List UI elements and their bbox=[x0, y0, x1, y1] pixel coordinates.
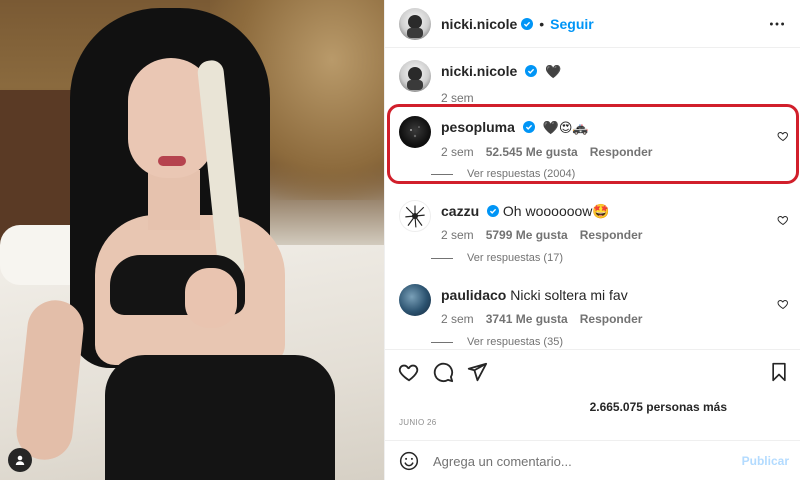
reply-button[interactable]: Responder bbox=[590, 145, 653, 159]
comment-username[interactable]: cazzu bbox=[441, 203, 479, 219]
post-panel: nicki.nicole • Seguir nicki.nicole 🖤 2 s… bbox=[384, 0, 800, 480]
share-icon[interactable] bbox=[465, 360, 489, 384]
post-actions: 2.665.075 personas más JUNIO 26 Publicar bbox=[385, 349, 800, 480]
comment-likes[interactable]: 5799 Me gusta bbox=[486, 228, 568, 242]
verified-icon bbox=[525, 65, 538, 77]
view-replies[interactable]: Ver respuestas (17) bbox=[431, 252, 563, 264]
likes-count[interactable]: 2.665.075 personas más bbox=[590, 400, 727, 414]
reply-button[interactable]: Responder bbox=[580, 228, 643, 242]
verified-icon bbox=[522, 121, 535, 133]
post-header: nicki.nicole • Seguir bbox=[385, 0, 800, 48]
action-icons bbox=[397, 360, 489, 384]
reply-button[interactable]: Responder bbox=[580, 312, 643, 326]
comment-item: paulidaco Nicki soltera mi fav 2 sem 374… bbox=[399, 284, 789, 326]
replies-label[interactable]: Ver respuestas (17) bbox=[467, 252, 563, 264]
caption-text: 🖤 bbox=[545, 64, 562, 79]
heart-icon[interactable] bbox=[777, 130, 789, 142]
post-date: JUNIO 26 bbox=[399, 418, 437, 427]
comment-time: 2 sem bbox=[441, 312, 474, 326]
comment-input[interactable] bbox=[433, 453, 723, 469]
bookmark-icon[interactable] bbox=[767, 360, 791, 384]
comment-icon[interactable] bbox=[431, 360, 455, 384]
replies-divider bbox=[431, 173, 453, 175]
follow-button[interactable]: Seguir bbox=[550, 16, 594, 32]
photo-pants bbox=[105, 355, 335, 480]
avatar[interactable] bbox=[399, 7, 431, 40]
verified-icon bbox=[521, 17, 534, 30]
replies-divider bbox=[431, 341, 453, 343]
emoji-icon[interactable] bbox=[399, 451, 419, 471]
caption: nicki.nicole 🖤 2 sem bbox=[399, 60, 789, 105]
comment-item: pesopluma 🖤😍🚓 2 sem 52.545 Me gusta Resp… bbox=[399, 116, 789, 159]
replies-divider bbox=[431, 257, 453, 259]
caption-username[interactable]: nicki.nicole bbox=[441, 63, 517, 79]
heart-icon[interactable] bbox=[777, 214, 789, 226]
view-replies[interactable]: Ver respuestas (35) bbox=[431, 336, 563, 348]
comment-composer: Publicar bbox=[385, 440, 800, 480]
author-username[interactable]: nicki.nicole bbox=[441, 16, 517, 32]
view-replies[interactable]: Ver respuestas (2004) bbox=[431, 168, 575, 180]
caption-time: 2 sem bbox=[441, 91, 474, 105]
separator: • bbox=[539, 15, 545, 32]
photo-neck bbox=[148, 170, 200, 230]
comment-text: Oh woooooow🤩 bbox=[502, 203, 610, 219]
publish-button[interactable]: Publicar bbox=[742, 454, 789, 468]
photo-lips bbox=[158, 156, 186, 166]
comment-text: Nicki soltera mi fav bbox=[510, 287, 628, 303]
heart-icon[interactable] bbox=[777, 298, 789, 310]
avatar[interactable] bbox=[399, 60, 431, 92]
post-photo[interactable] bbox=[0, 0, 384, 480]
heart-icon[interactable] bbox=[397, 360, 421, 384]
replies-label[interactable]: Ver respuestas (35) bbox=[467, 336, 563, 348]
comment-time: 2 sem bbox=[441, 145, 474, 159]
comments-list[interactable]: nicki.nicole 🖤 2 sem pesopluma 🖤😍🚓 2 sem… bbox=[385, 48, 800, 348]
comment-item: cazzu Oh woooooow🤩 2 sem 5799 Me gusta R… bbox=[399, 200, 789, 242]
avatar[interactable] bbox=[399, 284, 431, 316]
comment-text: 🖤😍🚓 bbox=[542, 120, 589, 135]
replies-label[interactable]: Ver respuestas (2004) bbox=[467, 168, 575, 180]
comment-username[interactable]: pesopluma bbox=[441, 119, 515, 135]
user-tag-icon[interactable] bbox=[8, 448, 32, 472]
comment-time: 2 sem bbox=[441, 228, 474, 242]
photo-hand bbox=[185, 268, 237, 328]
verified-icon bbox=[487, 205, 500, 217]
comment-likes[interactable]: 3741 Me gusta bbox=[486, 312, 568, 326]
avatar[interactable] bbox=[399, 200, 431, 232]
avatar[interactable] bbox=[399, 116, 431, 148]
more-horizontal-icon[interactable] bbox=[767, 14, 787, 34]
comment-username[interactable]: paulidaco bbox=[441, 287, 506, 303]
comment-likes[interactable]: 52.545 Me gusta bbox=[486, 145, 578, 159]
